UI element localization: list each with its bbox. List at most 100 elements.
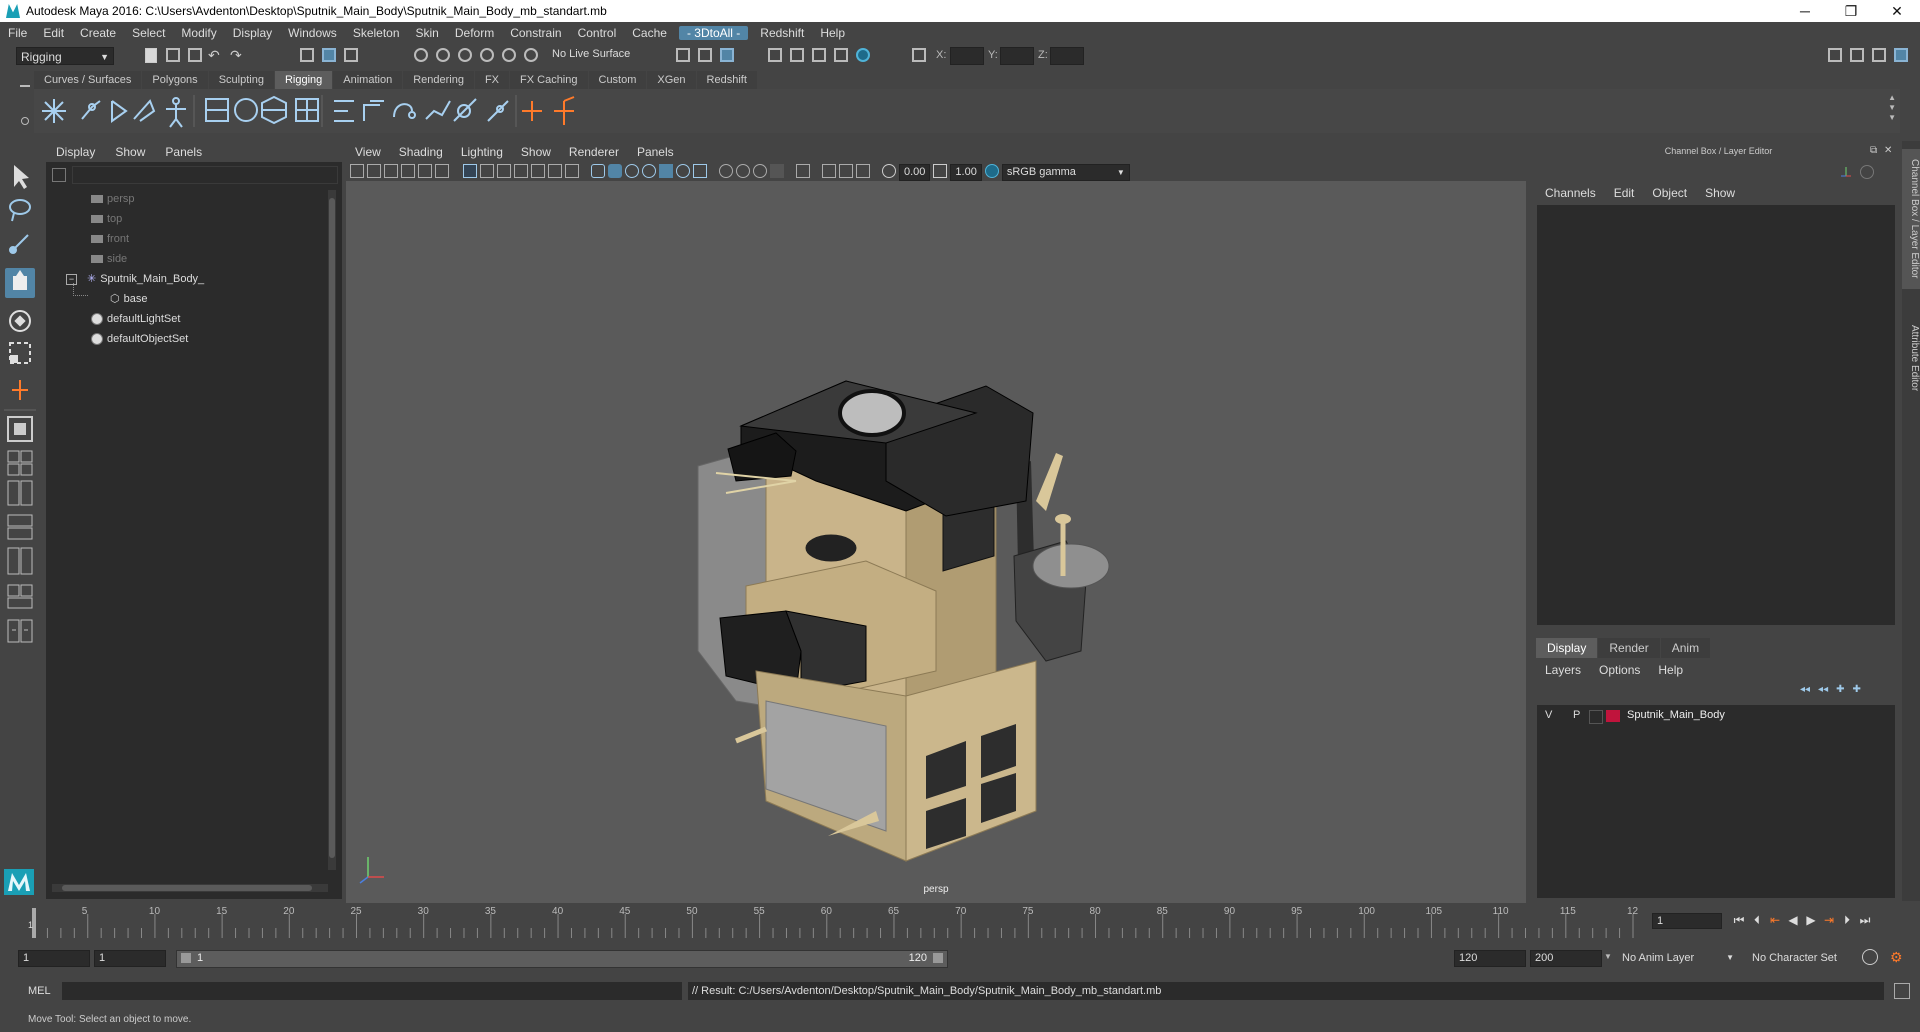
snap-point-icon[interactable]	[458, 48, 472, 62]
viewport-menu-panels[interactable]: Panels	[628, 145, 683, 159]
orient-joint-icon[interactable]	[133, 99, 156, 122]
wireframe-on-shaded-icon[interactable]	[642, 164, 656, 178]
channel-box-menu-edit[interactable]: Edit	[1605, 186, 1644, 200]
script-editor-icon[interactable]	[1894, 983, 1910, 999]
snap-view-plane-icon[interactable]	[480, 48, 494, 62]
detach-skin-icon[interactable]	[363, 100, 384, 121]
layer-reference-toggle[interactable]	[1589, 710, 1603, 724]
isolate-select-icon[interactable]	[796, 164, 810, 178]
safe-action-icon[interactable]	[548, 164, 562, 178]
command-input[interactable]	[62, 982, 682, 1000]
menu-windows[interactable]: Windows	[280, 26, 345, 40]
input-ops-icon[interactable]	[676, 48, 690, 62]
default-material-icon[interactable]	[625, 164, 639, 178]
layer-name[interactable]: Sputnik_Main_Body	[1627, 709, 1725, 721]
select-tool-icon[interactable]	[14, 165, 29, 189]
camera-attributes-icon[interactable]	[367, 164, 381, 178]
ik-handle-icon[interactable]	[205, 98, 229, 122]
outliner-item-default-light-set[interactable]: defaultLightSet	[91, 309, 180, 329]
render-frame-icon[interactable]	[790, 48, 804, 62]
ipr-render-icon[interactable]	[812, 48, 826, 62]
current-frame-input[interactable]: 1	[1652, 913, 1722, 929]
channel-box-toggle-icon[interactable]	[1894, 48, 1908, 62]
select-hierarchy-icon[interactable]	[300, 48, 314, 62]
aim-constraint-icon[interactable]	[554, 96, 575, 125]
film-gate-icon[interactable]	[480, 164, 494, 178]
menu-deform[interactable]: Deform	[447, 26, 502, 40]
go-to-end-icon[interactable]: ⏭	[1856, 911, 1874, 929]
2d-pan-zoom-icon[interactable]	[418, 164, 432, 178]
menu-select[interactable]: Select	[124, 26, 173, 40]
go-to-start-icon[interactable]: ⏮	[1730, 911, 1748, 929]
step-forward-frame-icon[interactable]: ⇥	[1820, 911, 1838, 929]
channel-box-menu-object[interactable]: Object	[1643, 186, 1696, 200]
channel-box-settings-icon[interactable]	[1860, 165, 1874, 179]
animation-preferences-icon[interactable]: ⚙	[1890, 949, 1903, 966]
rotate-tool-icon[interactable]	[9, 310, 31, 332]
joint-tool-icon[interactable]	[42, 99, 66, 123]
maximize-button[interactable]: ❐	[1828, 0, 1874, 22]
gamma-icon[interactable]	[933, 164, 948, 178]
layer-tab-render[interactable]: Render	[1598, 638, 1660, 658]
chevron-down-icon[interactable]: ▼	[1604, 952, 1612, 961]
construction-history-icon[interactable]	[720, 48, 734, 62]
persp-graph-layout-icon[interactable]	[7, 514, 33, 540]
time-slider[interactable]: 5 10 15 20 25 30 35 40 45 50 55 60 65 70 75 80 85 90 95 100…	[28, 904, 1638, 938]
outliner-item-top[interactable]: top	[91, 209, 122, 229]
outliner-item-default-object-set[interactable]: defaultObjectSet	[91, 329, 188, 349]
select-component-icon[interactable]	[344, 48, 358, 62]
step-forward-key-icon[interactable]: ⏵	[1838, 911, 1856, 929]
single-perspective-layout-icon[interactable]	[7, 416, 33, 442]
shelf-menu-icon[interactable]	[20, 85, 30, 87]
layer-color-swatch[interactable]	[1606, 710, 1620, 722]
layer-row[interactable]: V P Sputnik_Main_Body	[1537, 707, 1895, 725]
viewport-menu-renderer[interactable]: Renderer	[560, 145, 628, 159]
shelf-tab-polygons[interactable]: Polygons	[142, 71, 208, 89]
current-frame-field[interactable]: 1	[1652, 913, 1722, 929]
layer-visibility-toggle[interactable]: V	[1545, 709, 1552, 721]
shadows-icon[interactable]	[693, 164, 707, 178]
outliner-filter-icon[interactable]	[52, 168, 66, 182]
shelf-tab-rendering[interactable]: Rendering	[403, 71, 474, 89]
persp-uv-layout-icon[interactable]	[7, 584, 33, 609]
modeling-toolkit-icon[interactable]	[1828, 48, 1842, 62]
play-forward-icon[interactable]: ▶	[1802, 911, 1820, 929]
multisample-aa-icon[interactable]	[753, 164, 767, 178]
shelf-tab-custom[interactable]: Custom	[588, 71, 647, 89]
grease-pencil-icon[interactable]	[435, 164, 449, 178]
outliner-hscroll-thumb[interactable]	[62, 885, 312, 891]
select-camera-icon[interactable]	[350, 164, 364, 178]
motion-blur-icon[interactable]	[736, 164, 750, 178]
exposure-input[interactable]: 0.00	[899, 164, 931, 181]
undo-icon[interactable]: ↶	[208, 46, 226, 64]
output-ops-icon[interactable]	[698, 48, 712, 62]
grid-toggle-icon[interactable]	[463, 164, 477, 178]
move-layer-up-icon[interactable]: ◂◂	[1800, 684, 1810, 695]
menu-redshift[interactable]: Redshift	[752, 26, 812, 40]
transform-mode-icon[interactable]	[912, 48, 926, 62]
layer-menu-help[interactable]: Help	[1649, 663, 1692, 677]
channel-box-menu-channels[interactable]: Channels	[1536, 186, 1605, 200]
outliner-vertical-scrollbar[interactable]	[328, 190, 336, 870]
persp-outliner-layout-icon[interactable]	[7, 480, 33, 506]
close-panel-icon[interactable]: ✕	[1884, 145, 1892, 156]
ik-spline-icon[interactable]	[234, 98, 258, 122]
quick-rig-icon[interactable]	[166, 97, 186, 128]
close-button[interactable]: ✕	[1874, 0, 1920, 22]
live-surface-field[interactable]: No Live Surface	[552, 48, 630, 60]
wire-tool-icon[interactable]	[425, 100, 451, 120]
outliner-item-base[interactable]: ⬡ base	[110, 289, 147, 309]
point-constraint-icon[interactable]	[522, 101, 542, 121]
menu-edit[interactable]: Edit	[35, 26, 72, 40]
range-end-handle[interactable]	[933, 953, 943, 963]
shelf-tab-fx[interactable]: FX	[474, 71, 510, 89]
safe-title-icon[interactable]	[565, 164, 579, 178]
play-backward-icon[interactable]: ◀	[1784, 911, 1802, 929]
smooth-shade-icon[interactable]	[608, 164, 622, 178]
float-panel-icon[interactable]: ⧉	[1870, 145, 1877, 156]
minimize-button[interactable]: ─	[1782, 0, 1828, 22]
menu-display[interactable]: Display	[225, 26, 280, 40]
tool-settings-toggle-icon[interactable]	[1872, 48, 1886, 62]
textured-icon[interactable]	[659, 164, 673, 178]
custom-layout-icon[interactable]	[7, 619, 33, 643]
